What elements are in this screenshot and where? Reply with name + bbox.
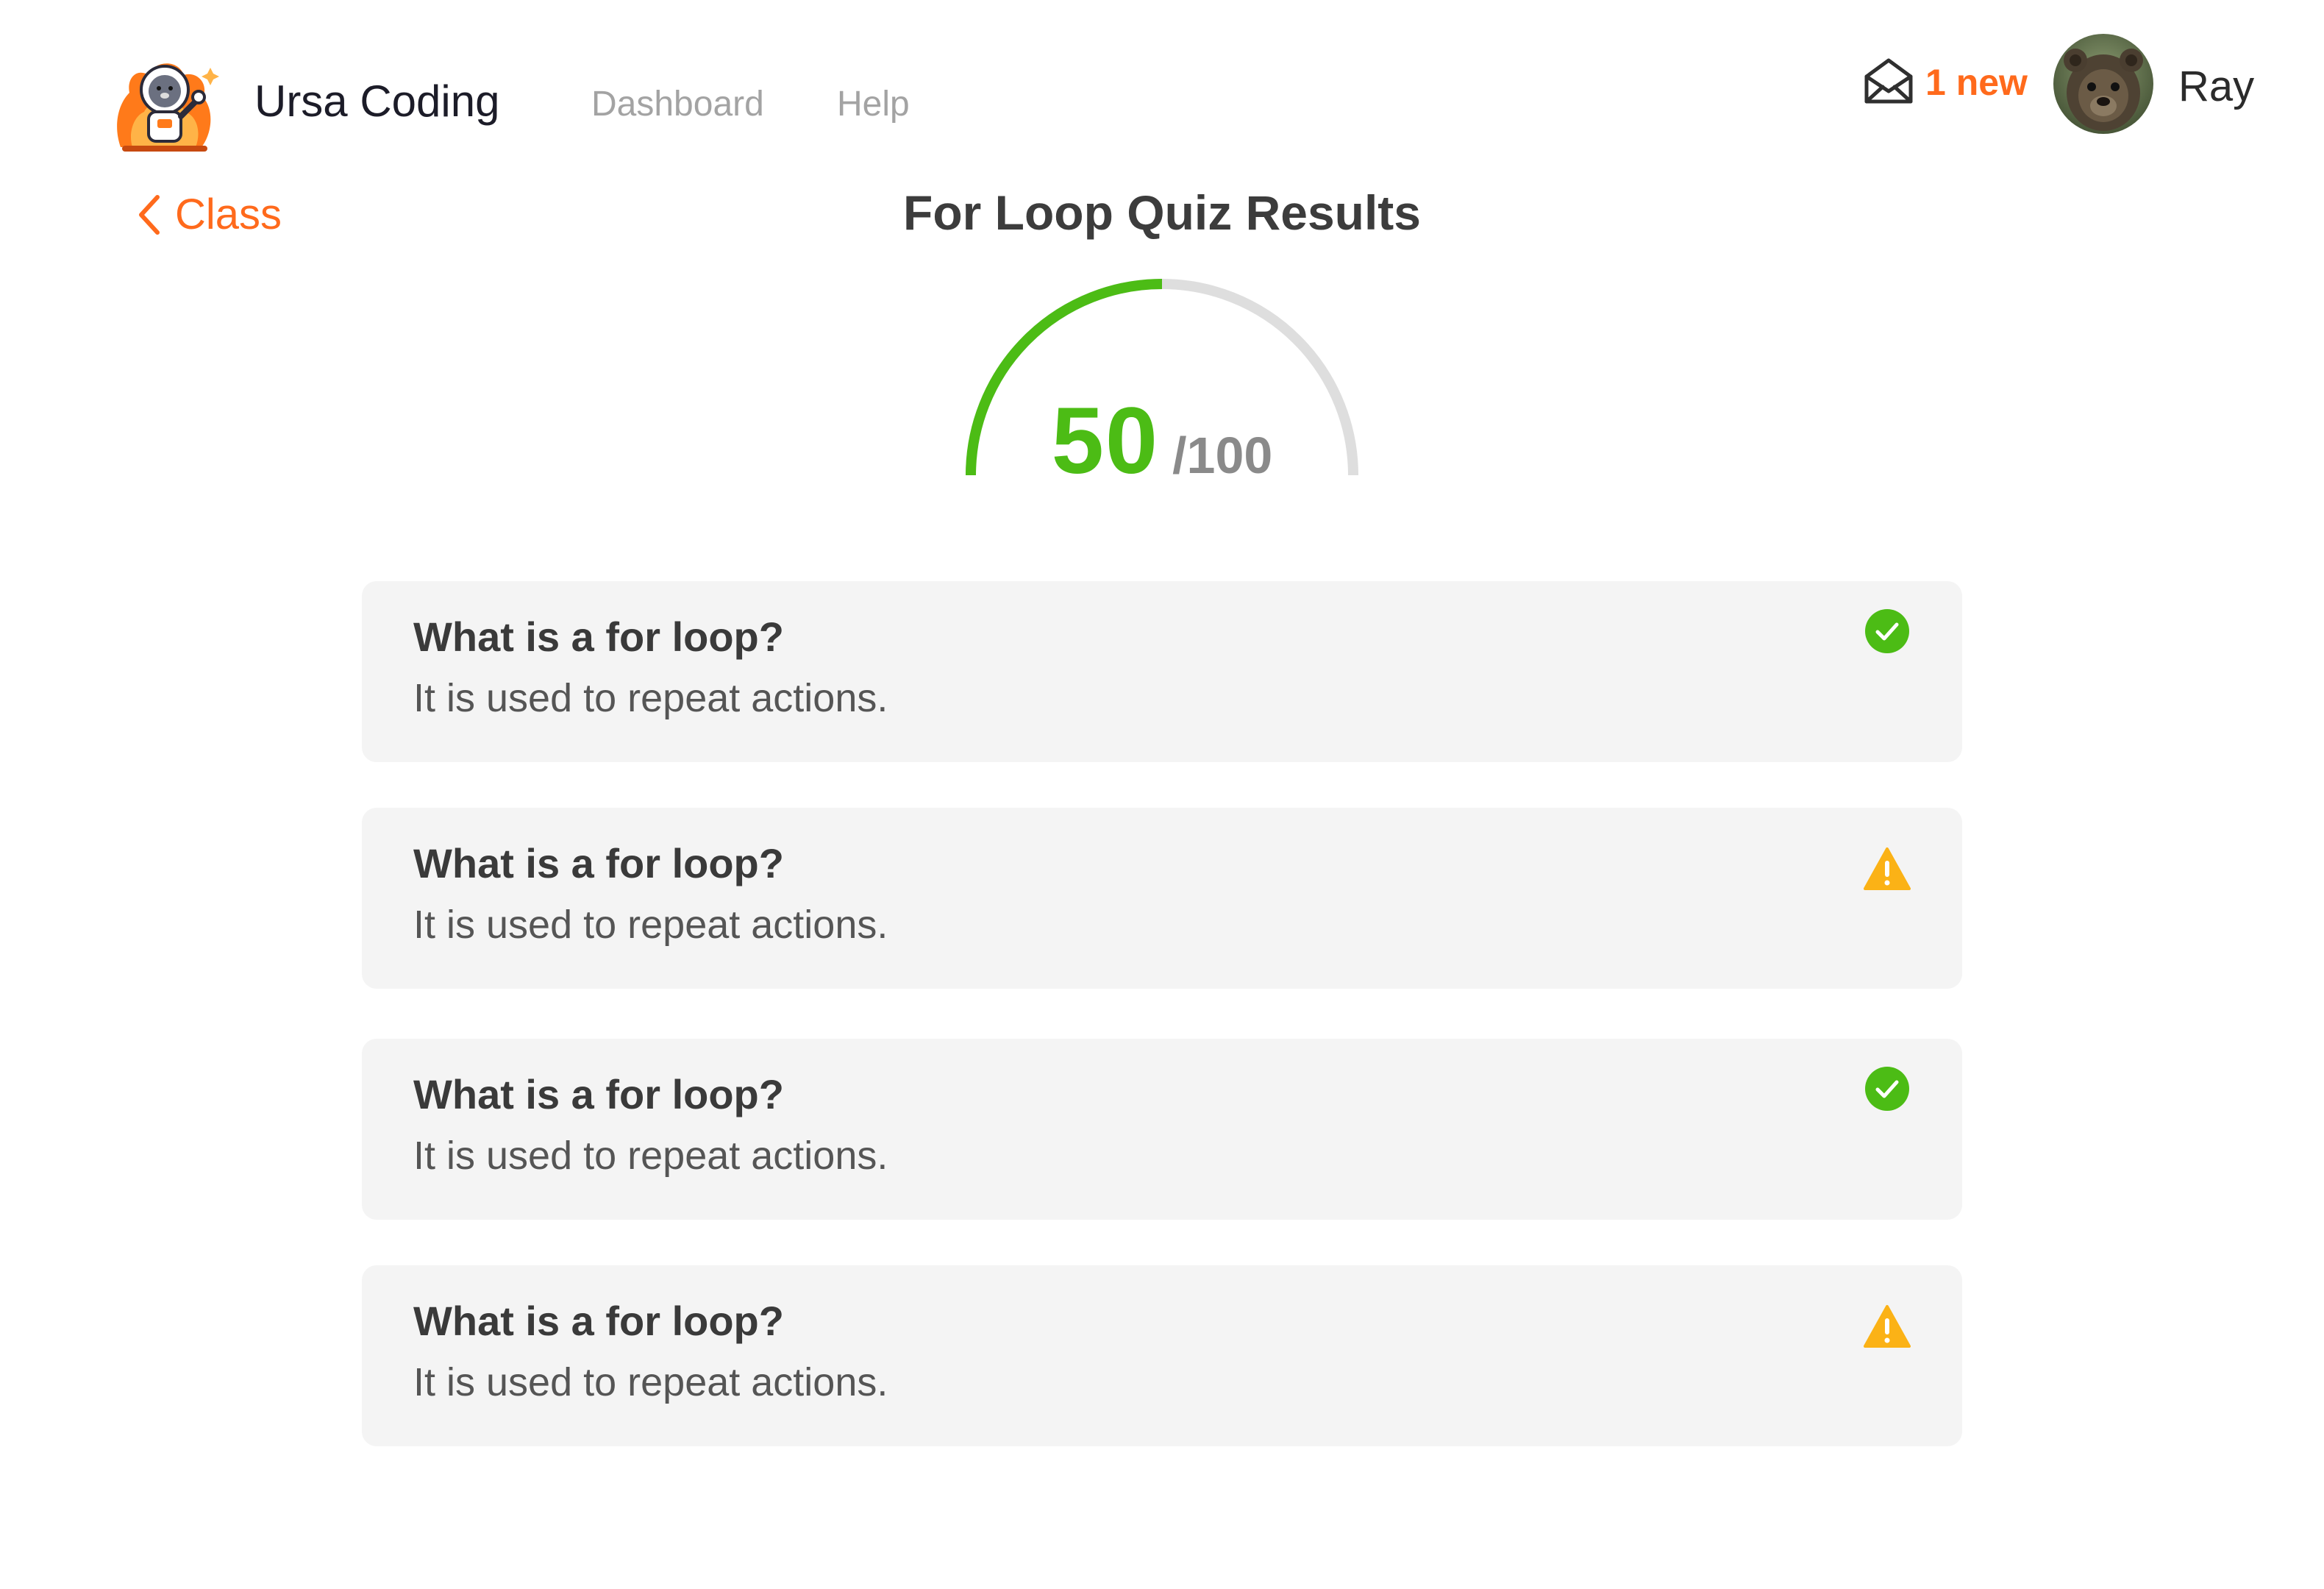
- answer-text: It is used to repeat actions.: [413, 1360, 888, 1404]
- question-card[interactable]: What is a for loop? It is used to repeat…: [362, 581, 1962, 762]
- brand-name[interactable]: Ursa Coding: [254, 74, 500, 129]
- check-circle-icon: [1865, 1067, 1909, 1111]
- check-circle-icon: [1865, 609, 1909, 653]
- answer-text: It is used to repeat actions.: [413, 903, 888, 947]
- user-name[interactable]: Ray: [2178, 60, 2254, 113]
- ursa-coding-logo[interactable]: [107, 46, 222, 160]
- mail-open-icon[interactable]: [1862, 54, 1915, 107]
- answer-text: It is used to repeat actions.: [413, 676, 888, 720]
- warning-triangle-icon: [1864, 1305, 1911, 1348]
- page-title: For Loop Quiz Results: [903, 185, 1421, 240]
- question-card[interactable]: What is a for loop? It is used to repeat…: [362, 1039, 1962, 1220]
- user-avatar[interactable]: [2053, 34, 2153, 134]
- answer-text: It is used to repeat actions.: [413, 1134, 888, 1178]
- question-card[interactable]: What is a for loop? It is used to repeat…: [362, 1265, 1962, 1446]
- question-text: What is a for loop?: [413, 1298, 784, 1344]
- question-text: What is a for loop?: [413, 840, 784, 886]
- notification-count[interactable]: 1 new: [1925, 59, 2028, 106]
- nav-help[interactable]: Help: [837, 82, 910, 127]
- score-total: /100: [1172, 427, 1273, 484]
- score-value: 50: [1051, 388, 1160, 494]
- question-card[interactable]: What is a for loop? It is used to repeat…: [362, 808, 1962, 989]
- warning-triangle-icon: [1864, 847, 1911, 890]
- question-text: What is a for loop?: [413, 614, 784, 660]
- nav-dashboard[interactable]: Dashboard: [591, 82, 764, 127]
- question-text: What is a for loop?: [413, 1071, 784, 1117]
- score-display: 50/100: [956, 387, 1368, 495]
